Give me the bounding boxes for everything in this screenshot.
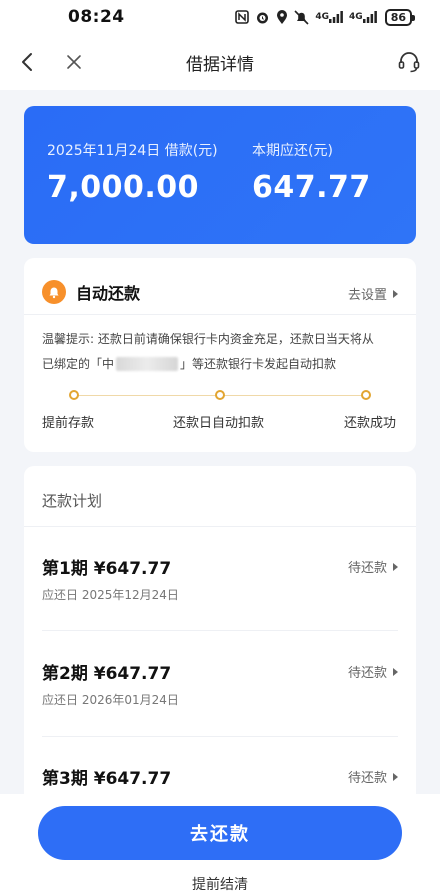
tip-line2-suffix: 」等还款银行卡发起自动扣款	[180, 357, 337, 371]
step-label-2: 还款日自动扣款	[173, 416, 265, 431]
tip-line2-prefix: 已绑定的「中	[42, 357, 115, 371]
status-icons: 4G 4G 86	[235, 8, 416, 26]
due-amount: 647.77	[252, 170, 371, 205]
period-2-title: 第2期 ¥647.77	[42, 664, 172, 684]
period-3-status-label: 待还款	[347, 771, 387, 786]
loan-date-label: 2025年11月24日 借款(元)	[47, 143, 218, 159]
tip-text-line1: 温馨提示: 还款日前请确保银行卡内资金充足，还款日当天将从	[42, 332, 374, 346]
battery-indicator: 86	[384, 8, 416, 26]
period-1-due-date: 应还日 2025年12月24日	[42, 588, 179, 602]
period-1-title: 第1期 ¥647.77	[42, 559, 172, 579]
back-icon[interactable]	[16, 50, 40, 74]
bell-icon	[42, 280, 66, 304]
go-settings-link[interactable]: 去设置	[348, 284, 398, 303]
signal-4g-icon: 4G	[315, 11, 343, 23]
loan-summary-card: 2025年11月24日 借款(元) 7,000.00 本期应还(元) 647.7…	[24, 106, 416, 244]
auto-repay-card: 自动还款 去设置 温馨提示: 还款日前请确保银行卡内资金充足，还款日当天将从 已…	[24, 258, 416, 452]
plan-title: 还款计划	[42, 492, 103, 510]
step-dot-3	[361, 390, 371, 400]
close-icon[interactable]	[62, 50, 86, 74]
nav-bar: 借据详情	[0, 34, 440, 90]
early-settle-link[interactable]: 提前结清	[0, 874, 440, 894]
chevron-right-icon	[393, 562, 398, 571]
period-2-status-label: 待还款	[347, 666, 387, 681]
chevron-right-icon	[393, 667, 398, 676]
step-dot-1	[69, 390, 79, 400]
step-label-1: 提前存款	[42, 416, 95, 431]
mute-icon	[294, 9, 309, 25]
period-1-status-label: 待还款	[347, 561, 387, 576]
auto-repay-header: 自动还款	[42, 280, 140, 304]
due-label: 本期应还(元)	[252, 143, 333, 159]
period-2-status[interactable]: 待还款	[348, 662, 398, 681]
period-3-status[interactable]: 待还款	[348, 767, 398, 786]
repayment-plan-card: 还款计划 第1期 ¥647.77 待还款 应还日 2025年12月24日 第2期…	[24, 466, 416, 806]
nfc-icon	[235, 10, 250, 24]
status-bar: 08:24 4G 4G 86	[0, 0, 440, 34]
network-type-2: 4G	[349, 11, 363, 22]
status-time: 08:24	[68, 7, 125, 27]
period-1-status[interactable]: 待还款	[348, 557, 398, 576]
step-dot-2	[215, 390, 225, 400]
loan-amount: 7,000.00	[47, 170, 200, 205]
auto-repay-title: 自动还款	[76, 284, 141, 303]
divider	[42, 736, 398, 737]
tip-text-line2: 已绑定的「中 」等还款银行卡发起自动扣款	[42, 355, 336, 372]
masked-bank-name	[116, 356, 179, 371]
customer-service-icon[interactable]	[396, 49, 422, 75]
location-icon	[276, 9, 288, 25]
signal-4g-icon-2: 4G	[349, 11, 377, 23]
alarm-icon	[255, 10, 270, 25]
divider	[24, 314, 416, 315]
repay-button[interactable]: 去还款	[38, 806, 402, 860]
period-3-title: 第3期 ¥647.77	[42, 769, 172, 789]
network-type-1: 4G	[315, 11, 330, 22]
go-settings-label: 去设置	[347, 288, 387, 303]
chevron-right-icon	[393, 772, 398, 781]
divider	[42, 630, 398, 631]
divider	[24, 526, 416, 527]
step-label-3: 还款成功	[344, 416, 397, 431]
period-2-due-date: 应还日 2026年01月24日	[42, 693, 179, 707]
chevron-right-icon	[393, 289, 398, 298]
page-title: 借据详情	[186, 54, 254, 75]
